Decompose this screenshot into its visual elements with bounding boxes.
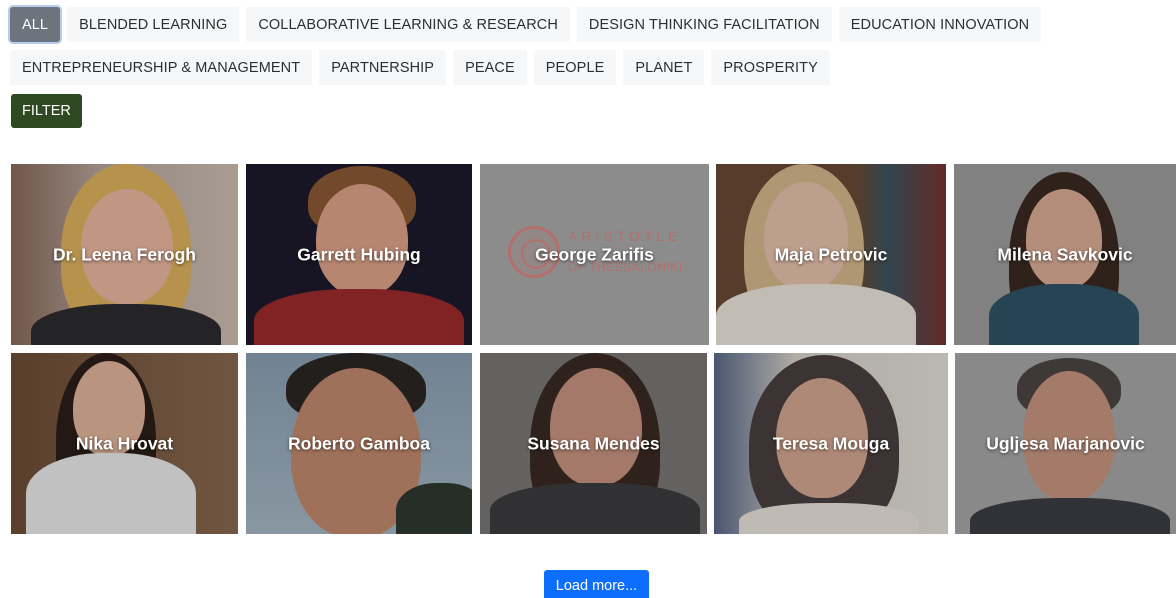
person-card[interactable]: Milena Savkovic <box>954 164 1176 345</box>
person-card[interactable]: Roberto Gamboa <box>246 353 472 534</box>
person-name: George Zarifis <box>535 244 654 264</box>
person-card[interactable]: Maja Petrovic <box>716 164 946 345</box>
person-card[interactable]: Teresa Mouga <box>714 353 948 534</box>
person-name: Maja Petrovic <box>774 244 888 264</box>
person-name: Susana Mendes <box>527 433 660 453</box>
person-card[interactable]: Dr. Leena Ferogh <box>11 164 238 345</box>
person-card[interactable]: Garrett Hubing <box>246 164 472 345</box>
person-name: Ugljesa Marjanovic <box>986 433 1145 453</box>
people-grid: Dr. Leena Ferogh Garrett Hubing ARISTOTL… <box>0 0 1176 540</box>
person-name: Garrett Hubing <box>297 244 421 264</box>
logo-text-top: ARISTOTLE <box>568 228 682 244</box>
load-more-button[interactable]: Load more... <box>544 570 649 598</box>
person-name: Nika Hrovat <box>75 433 174 453</box>
person-card[interactable]: Susana Mendes <box>480 353 707 534</box>
person-name: Teresa Mouga <box>772 433 890 453</box>
person-card[interactable]: Ugljesa Marjanovic <box>955 353 1176 534</box>
person-name: Dr. Leena Ferogh <box>53 244 196 264</box>
person-card[interactable]: ARISTOTLE OF THESSALONIKI George Zarifis <box>480 164 709 345</box>
person-name: Milena Savkovic <box>997 244 1133 264</box>
person-name: Roberto Gamboa <box>288 433 430 453</box>
person-card[interactable]: Nika Hrovat <box>11 353 238 534</box>
